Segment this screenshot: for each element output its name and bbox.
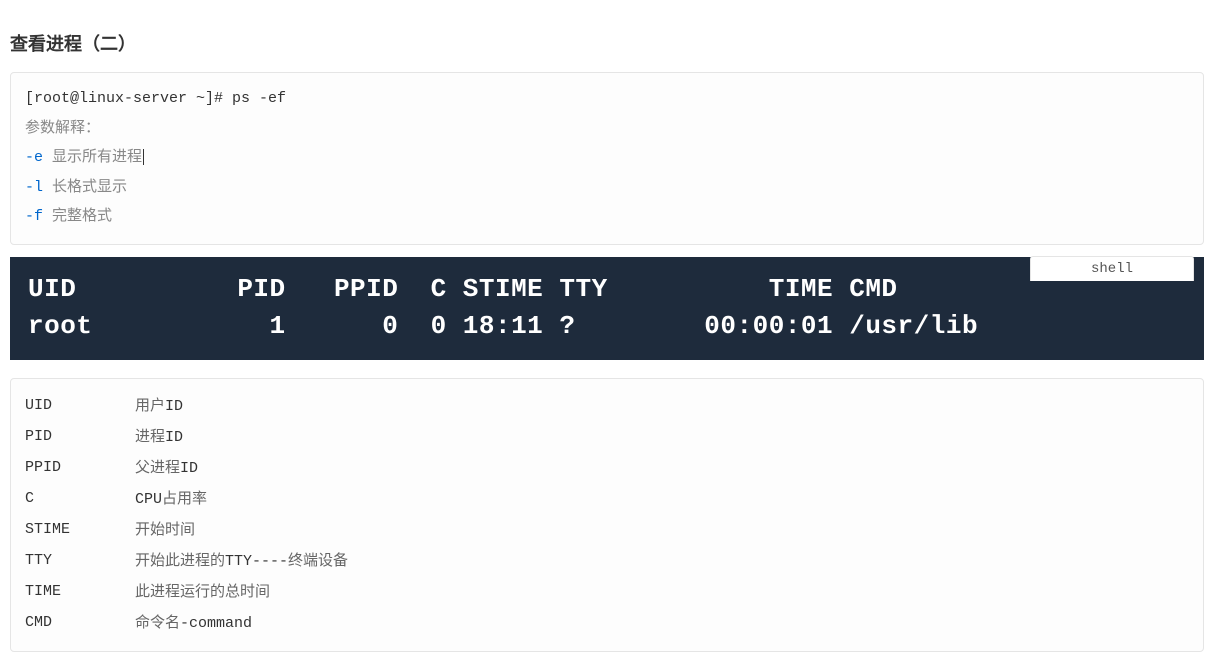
field-row: C CPU占用率 [25, 484, 1189, 515]
field-row: TTY 开始此进程的TTY----终端设备 [25, 546, 1189, 577]
field-val: 父进程ID [135, 453, 198, 484]
field-key: PID [25, 422, 135, 453]
field-key: C [25, 484, 135, 515]
field-key: STIME [25, 515, 135, 546]
field-val: 开始此进程的TTY----终端设备 [135, 546, 348, 577]
shell-prompt-line: [root@linux-server ~]# ps -ef [25, 90, 286, 107]
field-val: 用户ID [135, 391, 183, 422]
field-row: STIME 开始时间 [25, 515, 1189, 546]
field-key: TTY [25, 546, 135, 577]
field-key: UID [25, 391, 135, 422]
field-row: TIME 此进程运行的总时间 [25, 577, 1189, 608]
field-val: 进程ID [135, 422, 183, 453]
flag-e: -e [25, 149, 43, 166]
flag-f-desc: 完整格式 [52, 207, 112, 224]
field-val: 命令名-command [135, 608, 252, 639]
section-title: 查看进程（二） [10, 30, 1204, 56]
flag-e-desc: 显示所有进程 [52, 148, 144, 165]
field-row: UID 用户ID [25, 391, 1189, 422]
field-key: TIME [25, 577, 135, 608]
field-row: PID 进程ID [25, 422, 1189, 453]
field-key: PPID [25, 453, 135, 484]
field-key: CMD [25, 608, 135, 639]
flag-f: -f [25, 208, 43, 225]
field-val: CPU占用率 [135, 484, 207, 515]
field-definitions: UID 用户ID PID 进程ID PPID 父进程ID C CPU占用率 ST… [10, 378, 1204, 652]
language-label: shell [1030, 256, 1194, 281]
field-val: 此进程运行的总时间 [135, 577, 270, 608]
terminal-header-row: UID PID PPID C STIME TTY TIME CMD [28, 274, 898, 304]
code-block-params: [root@linux-server ~]# ps -ef 参数解释： -e 显… [10, 72, 1204, 245]
param-header: 参数解释： [25, 119, 100, 136]
terminal-output: UID PID PPID C STIME TTY TIME CMD root 1… [10, 257, 1204, 360]
flag-l: -l [25, 179, 43, 196]
field-row: CMD 命令名-command [25, 608, 1189, 639]
flag-l-desc: 长格式显示 [52, 178, 127, 195]
terminal-data-row: root 1 0 0 18:11 ? 00:00:01 /usr/lib [28, 311, 978, 341]
field-row: PPID 父进程ID [25, 453, 1189, 484]
field-val: 开始时间 [135, 515, 195, 546]
